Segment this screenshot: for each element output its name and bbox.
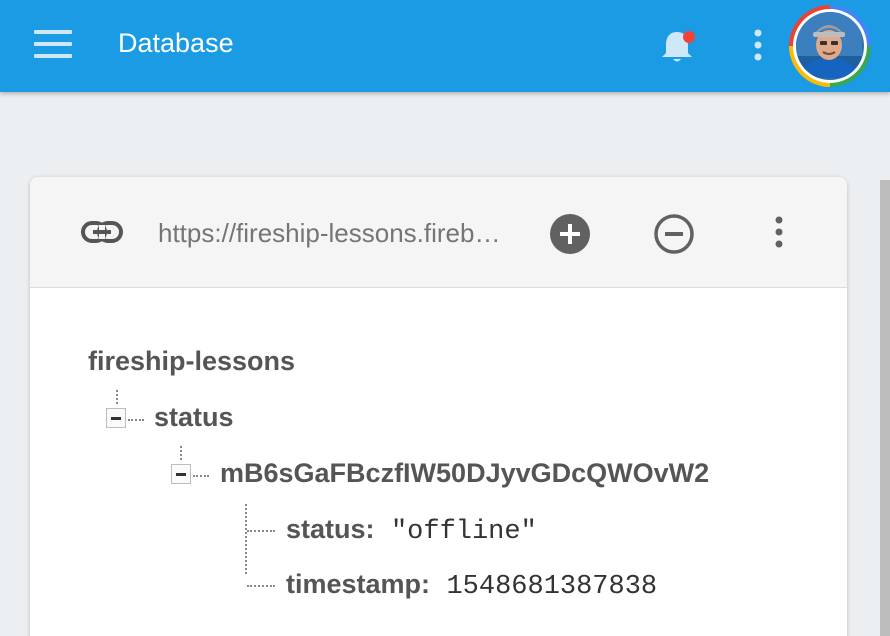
database-card: https://fireship-lessons.firebaseio.com/… — [30, 177, 847, 636]
tree-node-uid[interactable]: mB6sGaFBczfIW50DJyvGDcQWOvW2 — [220, 458, 709, 489]
avatar-photo — [796, 12, 864, 80]
hamburger-menu-icon[interactable] — [34, 30, 74, 60]
notifications-bell-icon[interactable] — [656, 26, 698, 68]
field-value[interactable]: 1548681387838 — [446, 572, 657, 602]
link-icon — [80, 217, 124, 247]
database-toolbar: https://fireship-lessons.firebaseio.com/ — [30, 177, 847, 288]
field-row-timestamp[interactable]: timestamp: 1548681387838 — [286, 569, 657, 602]
tree-node-status[interactable]: status — [154, 402, 234, 433]
field-value[interactable]: "offline" — [391, 517, 537, 547]
field-key: timestamp: — [286, 569, 431, 599]
collapse-toggle-icon[interactable] — [171, 464, 191, 484]
database-url[interactable]: https://fireship-lessons.firebaseio.com/ — [158, 218, 503, 249]
card-more-vert-icon[interactable] — [769, 215, 789, 251]
field-row-status[interactable]: status: "offline" — [286, 514, 537, 547]
appbar-more-vert-icon[interactable] — [748, 28, 768, 64]
tree-root-node[interactable]: fireship-lessons — [88, 346, 295, 377]
tree-connector — [245, 504, 247, 574]
page-scrollbar[interactable] — [880, 180, 890, 636]
tree-connector — [128, 419, 144, 421]
add-child-icon[interactable] — [549, 213, 591, 255]
tree-connector — [247, 530, 275, 532]
collapse-toggle-icon[interactable] — [106, 408, 126, 428]
remove-node-icon[interactable] — [653, 213, 695, 255]
page-title: Database — [118, 28, 234, 58]
tree-connector — [180, 446, 182, 460]
field-key: status: — [286, 514, 375, 544]
app-bar: Database — [0, 0, 890, 92]
tree-connector — [193, 475, 209, 477]
tree-connector — [247, 585, 275, 587]
tree-connector — [116, 390, 118, 404]
user-avatar[interactable] — [789, 5, 871, 87]
